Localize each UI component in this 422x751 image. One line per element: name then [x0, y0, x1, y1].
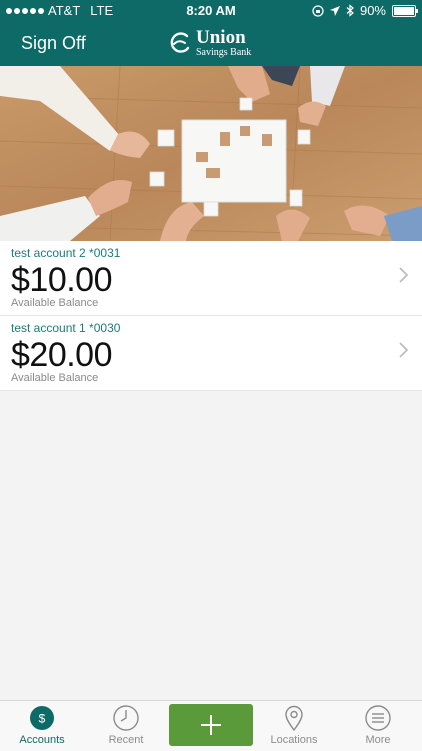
tab-accounts[interactable]: $ Accounts: [0, 701, 84, 751]
location-arrow-icon: [329, 5, 340, 16]
status-right: 90%: [312, 3, 418, 18]
accounts-icon-glyph: $: [39, 712, 46, 726]
plus-icon: [201, 715, 221, 735]
tab-label: More: [365, 734, 391, 746]
hero-image: [0, 66, 422, 241]
tab-locations[interactable]: Locations: [252, 701, 336, 751]
puzzle-table-illustration: [0, 66, 422, 241]
account-row[interactable]: test account 1 *0030 $20.00 Available Ba…: [0, 316, 422, 391]
battery-icon: [392, 4, 418, 17]
menu-icon: [365, 705, 391, 731]
account-balance: $10.00: [11, 261, 113, 299]
rotation-lock-icon: [312, 4, 324, 17]
chevron-right-icon: [399, 267, 408, 283]
add-button[interactable]: [169, 704, 253, 746]
tab-label: Locations: [270, 734, 318, 746]
logo-main-text: Union: [196, 27, 246, 48]
tab-more[interactable]: More: [336, 701, 420, 751]
available-balance-label: Available Balance: [11, 297, 99, 309]
status-bar: AT&T LTE 8:20 AM 90%: [0, 0, 422, 22]
location-pin-icon: [285, 705, 303, 732]
clock-icon: [113, 705, 139, 731]
nav-bar: Sign Off Union Savings Bank: [0, 22, 422, 66]
tab-label: Accounts: [19, 734, 65, 746]
tab-label: Recent: [108, 734, 144, 746]
sign-off-button[interactable]: Sign Off: [21, 33, 86, 54]
available-balance-label: Available Balance: [11, 372, 99, 384]
account-name: test account 1 *0030: [11, 321, 121, 335]
account-name: test account 2 *0031: [11, 246, 121, 260]
bluetooth-icon: [346, 4, 354, 17]
accounts-list: test account 2 *0031 $10.00 Available Ba…: [0, 241, 422, 391]
account-balance: $20.00: [11, 336, 113, 374]
battery-percent: 90%: [359, 3, 386, 18]
tab-recent[interactable]: Recent: [84, 701, 168, 751]
accounts-icon: $: [30, 706, 54, 730]
logo-mark-icon: [170, 32, 190, 53]
account-row[interactable]: test account 2 *0031 $10.00 Available Ba…: [0, 241, 422, 316]
chevron-right-icon: [399, 342, 408, 358]
logo-sub-text: Savings Bank: [196, 47, 252, 58]
union-savings-bank-logo: Union Savings Bank: [168, 28, 251, 58]
